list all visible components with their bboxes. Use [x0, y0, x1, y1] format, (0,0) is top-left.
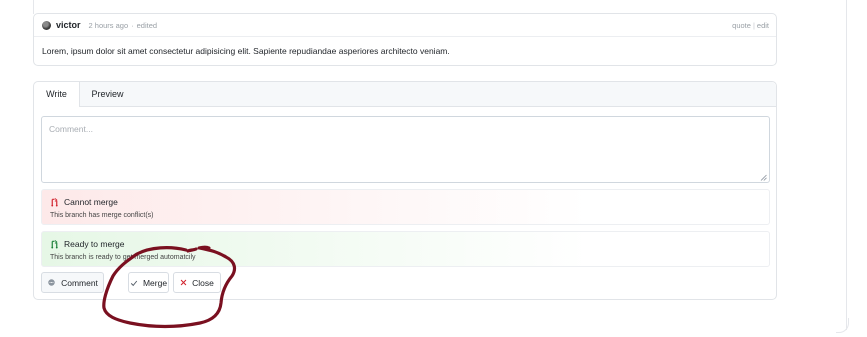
comment-editor: Write Preview Cannot merge This branch h… — [33, 81, 777, 300]
page-border-corner — [836, 318, 849, 333]
merge-conflict-icon — [51, 197, 58, 207]
comment-actions: quote | edit — [732, 21, 769, 30]
comment-header: victor 2 hours ago · edited quote | edit — [34, 14, 776, 37]
merge-button-label: Merge — [142, 277, 168, 288]
close-button[interactable]: Close — [173, 272, 221, 293]
edited-label: edited — [136, 20, 158, 30]
close-button-label: Close — [192, 277, 214, 288]
merge-ready-title: Ready to merge — [64, 239, 125, 249]
merge-conflict-title-row: Cannot merge — [50, 197, 118, 207]
merge-conflict-status: Cannot merge This branch has merge confl… — [41, 189, 770, 225]
resize-handle-icon[interactable] — [760, 174, 767, 181]
comment-body: Lorem, ipsum dolor sit amet consectetur … — [42, 46, 450, 56]
tab-write[interactable]: Write — [34, 82, 80, 107]
merge-button[interactable]: Merge — [128, 272, 169, 293]
merge-conflict-description: This branch has merge conflict(s) — [50, 212, 154, 219]
close-x-icon — [180, 279, 187, 286]
action-separator: | — [752, 20, 755, 30]
comment-author[interactable]: victor — [56, 20, 81, 30]
quote-link[interactable]: quote — [732, 21, 751, 30]
page-border — [846, 0, 847, 330]
merge-conflict-title: Cannot merge — [64, 197, 118, 207]
merge-ready-icon — [51, 239, 58, 249]
tab-preview[interactable]: Preview — [80, 82, 135, 106]
merge-ready-description: This branch is ready to get merged autom… — [50, 254, 196, 261]
editor-tabs: Write Preview — [34, 82, 776, 107]
comment-input[interactable] — [41, 116, 770, 183]
comment-icon — [47, 278, 56, 287]
comment-card: victor 2 hours ago · edited quote | edit… — [33, 13, 777, 66]
check-icon — [130, 279, 138, 287]
comment-timestamp: 2 hours ago — [88, 20, 129, 30]
merge-ready-title-row: Ready to merge — [50, 239, 124, 249]
edit-link[interactable]: edit — [757, 21, 769, 30]
merge-ready-status: Ready to merge This branch is ready to g… — [41, 231, 770, 267]
avatar[interactable] — [42, 20, 51, 30]
timeline-line — [33, 0, 34, 14]
comment-button[interactable]: Comment — [41, 272, 104, 293]
meta-separator: · — [131, 20, 134, 30]
comment-button-label: Comment — [61, 277, 98, 288]
